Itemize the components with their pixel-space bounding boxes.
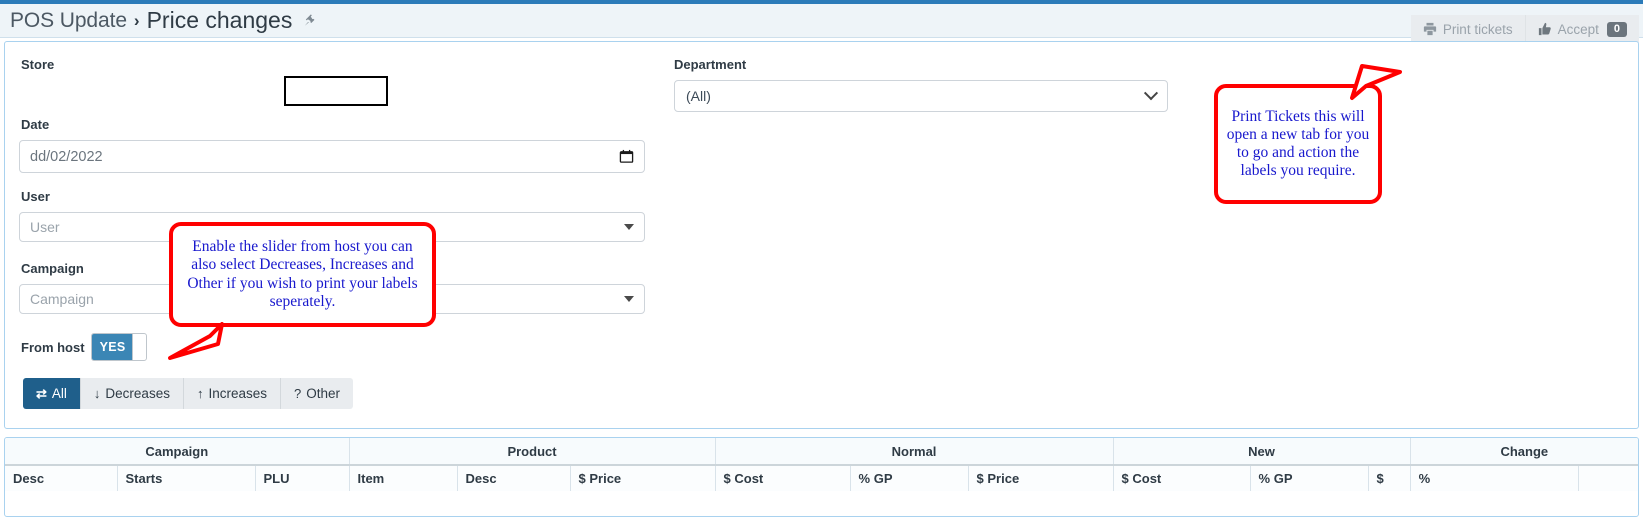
- col-product-item[interactable]: Item: [349, 465, 457, 491]
- from-host-label: From host: [21, 340, 85, 355]
- group-header-new[interactable]: New: [1113, 438, 1410, 465]
- department-select[interactable]: (All): [674, 80, 1168, 112]
- price-changes-table: Campaign Product Normal New Change Desc …: [4, 437, 1639, 517]
- store-input[interactable]: [284, 76, 388, 106]
- callout-print-tickets: Print Tickets this will open a new tab f…: [1214, 84, 1382, 204]
- table-column-header-row: Desc Starts PLU Item Desc $ Price $ Cost…: [5, 465, 1638, 491]
- campaign-label: Campaign: [21, 261, 84, 276]
- tab-other[interactable]: ? Other: [281, 378, 353, 409]
- breadcrumb-separator: ›: [134, 11, 140, 31]
- col-change-extra[interactable]: [1578, 465, 1638, 491]
- date-label: Date: [21, 117, 49, 132]
- breadcrumb-parent[interactable]: POS Update: [10, 9, 127, 33]
- swap-arrows-icon: ⇄: [36, 386, 47, 402]
- callout-slider: Enable the slider from host you can also…: [169, 222, 436, 327]
- user-placeholder: User: [30, 219, 60, 235]
- change-type-tabs: ⇄ All ↓ Decreases ↑ Increases ? Other: [23, 378, 353, 409]
- table-group-header-row: Campaign Product Normal New Change: [5, 438, 1638, 465]
- thumbs-up-icon: [1538, 22, 1552, 36]
- calendar-icon[interactable]: [619, 149, 634, 164]
- date-input[interactable]: dd/02/2022: [19, 140, 645, 173]
- print-tickets-label: Print tickets: [1443, 22, 1513, 37]
- col-change-percent[interactable]: %: [1410, 465, 1578, 491]
- price-changes-page: POS Update › Price changes Print tickets: [0, 0, 1643, 520]
- group-header-change[interactable]: Change: [1410, 438, 1638, 465]
- accept-count-badge: 0: [1607, 22, 1627, 37]
- print-tickets-button[interactable]: Print tickets: [1411, 15, 1525, 43]
- from-host-toggle-on: YES: [92, 334, 134, 360]
- action-buttons-row: Print tickets Accept 0: [1411, 15, 1639, 43]
- group-header-campaign[interactable]: Campaign: [5, 438, 349, 465]
- from-host-toggle-knob[interactable]: [132, 334, 146, 360]
- col-new-cost[interactable]: $ Cost: [1113, 465, 1250, 491]
- user-label: User: [21, 189, 50, 204]
- arrow-up-icon: ↑: [197, 386, 204, 401]
- department-label: Department: [674, 57, 746, 72]
- tab-decreases[interactable]: ↓ Decreases: [81, 378, 184, 409]
- chevron-down-icon: [624, 296, 634, 302]
- col-campaign-plu[interactable]: PLU: [255, 465, 349, 491]
- tab-decreases-label: Decreases: [105, 386, 170, 401]
- store-label: Store: [21, 57, 54, 72]
- printer-icon: [1423, 22, 1437, 36]
- callout-print-tail: [1348, 60, 1406, 102]
- col-product-price[interactable]: $ Price: [570, 465, 715, 491]
- tab-all-label: All: [52, 386, 67, 401]
- from-host-state: YES: [100, 340, 126, 354]
- col-normal-gp[interactable]: % GP: [850, 465, 968, 491]
- col-normal-cost[interactable]: $ Cost: [715, 465, 850, 491]
- from-host-field: From host YES: [21, 333, 147, 361]
- col-new-dollar[interactable]: $: [1368, 465, 1410, 491]
- arrow-down-icon: ↓: [94, 386, 101, 401]
- col-campaign-starts[interactable]: Starts: [117, 465, 255, 491]
- col-normal-price[interactable]: $ Price: [968, 465, 1113, 491]
- accept-label: Accept: [1558, 22, 1599, 37]
- tab-increases[interactable]: ↑ Increases: [184, 378, 281, 409]
- accept-button[interactable]: Accept 0: [1525, 15, 1639, 43]
- col-campaign-desc[interactable]: Desc: [5, 465, 117, 491]
- group-header-product[interactable]: Product: [349, 438, 715, 465]
- campaign-placeholder: Campaign: [30, 291, 94, 307]
- question-mark-icon: ?: [294, 386, 301, 401]
- chevron-down-icon: [1144, 86, 1158, 100]
- tab-other-label: Other: [306, 386, 340, 401]
- department-value: (All): [686, 88, 711, 104]
- pin-icon[interactable]: [302, 13, 317, 28]
- group-header-normal[interactable]: Normal: [715, 438, 1113, 465]
- col-new-gp[interactable]: % GP: [1250, 465, 1368, 491]
- chevron-down-icon: [624, 224, 634, 230]
- page-header: POS Update › Price changes: [0, 4, 1643, 38]
- tab-all[interactable]: ⇄ All: [23, 378, 81, 409]
- tab-increases-label: Increases: [208, 386, 267, 401]
- page-title: Price changes: [147, 7, 293, 34]
- date-value: dd/02/2022: [30, 149, 103, 165]
- callout-slider-tail: [160, 322, 230, 362]
- col-product-desc[interactable]: Desc: [457, 465, 570, 491]
- from-host-toggle[interactable]: YES: [91, 333, 147, 361]
